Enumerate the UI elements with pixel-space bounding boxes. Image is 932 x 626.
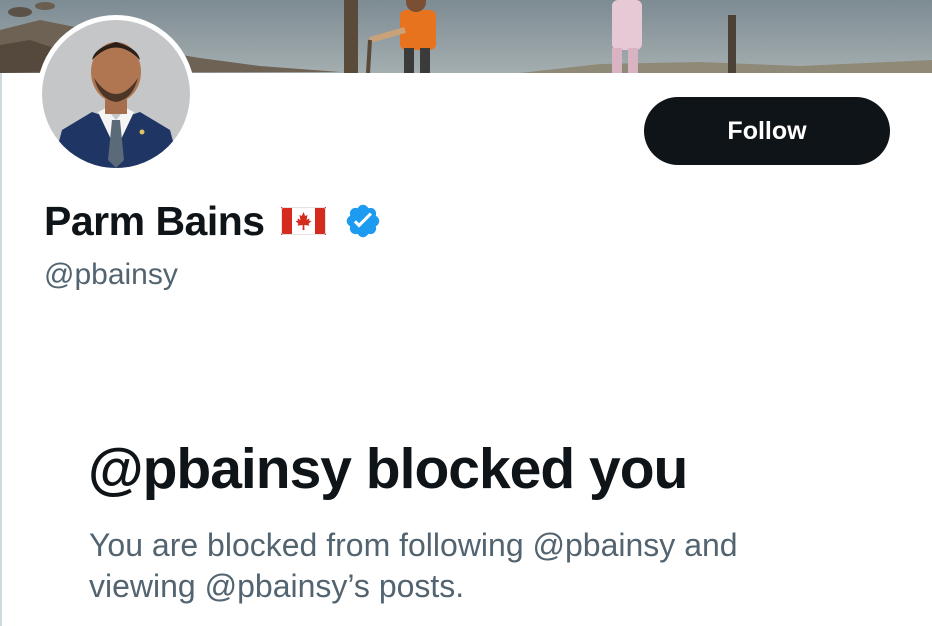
canada-flag-icon (280, 207, 326, 235)
avatar[interactable] (37, 15, 195, 173)
profile-handle: @pbainsy (44, 258, 178, 291)
display-name: Parm Bains (44, 197, 265, 244)
avatar-photo (42, 20, 190, 168)
blocked-title: @pbainsy blocked you (88, 437, 688, 501)
verified-badge-icon[interactable] (344, 202, 382, 240)
column-border (0, 0, 2, 626)
profile-name-row: Parm Bains (44, 196, 382, 246)
blocked-description: You are blocked from following @pbainsy … (89, 527, 738, 604)
follow-button[interactable]: Follow (644, 97, 890, 165)
